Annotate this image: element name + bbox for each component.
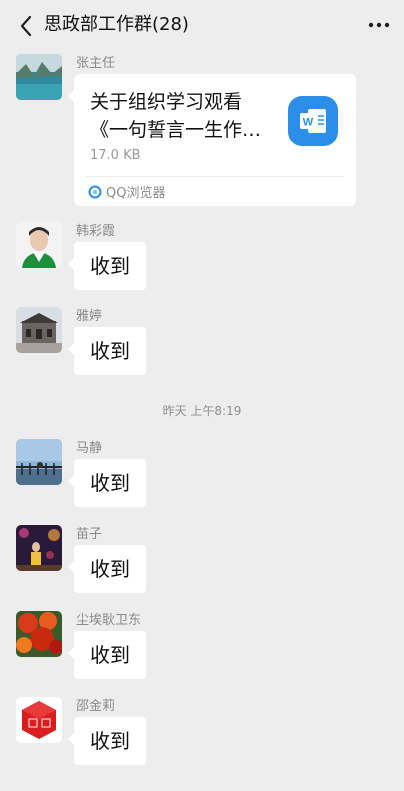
avatar[interactable] — [16, 222, 62, 268]
qq-browser-icon — [88, 185, 102, 198]
file-title-line: 《一句誓言一生作… — [90, 119, 262, 141]
sender-name: 马静 — [76, 441, 103, 456]
divider — [86, 176, 344, 177]
more-options-button[interactable] — [364, 12, 394, 38]
file-size: 17.0 KB — [90, 148, 141, 163]
message-bubble[interactable]: 收到 — [68, 631, 146, 679]
avatar[interactable] — [16, 611, 62, 657]
avatar[interactable] — [16, 697, 62, 743]
file-title: 关于组织学习观看 《一句誓言一生作… — [90, 88, 280, 144]
message-bubble[interactable]: 收到 — [68, 327, 146, 375]
file-card[interactable]: 关于组织学习观看 《一句誓言一生作… W 17.0 KB QQ浏览器 — [68, 74, 356, 206]
avatar[interactable] — [16, 439, 62, 485]
avatar[interactable] — [16, 525, 62, 571]
file-source: QQ浏览器 — [88, 182, 165, 201]
sender-name: 雅婷 — [76, 309, 103, 324]
chat-title: 思政部工作群(28) — [44, 14, 189, 35]
sender-name: 韩彩霞 — [76, 224, 116, 239]
word-doc-icon: W — [288, 96, 338, 146]
svg-text:W: W — [303, 117, 314, 129]
message-bubble[interactable]: 收到 — [68, 545, 146, 593]
chevron-left-icon — [20, 15, 32, 37]
sender-name: 尘埃耿卫东 — [76, 613, 142, 628]
file-source-label: QQ浏览器 — [106, 186, 166, 201]
more-dots-icon — [368, 22, 390, 28]
message-bubble[interactable]: 收到 — [68, 717, 146, 765]
sender-name: 邵金莉 — [76, 699, 116, 714]
timestamp: 昨天 上午8:19 — [162, 404, 242, 418]
avatar[interactable] — [16, 54, 62, 100]
chat-header: 思政部工作群(28) — [0, 0, 404, 52]
message-bubble[interactable]: 收到 — [68, 459, 146, 507]
sender-name: 张主任 — [76, 56, 116, 71]
avatar[interactable] — [16, 307, 62, 353]
back-button[interactable] — [12, 10, 40, 42]
sender-name: 苗子 — [76, 527, 103, 542]
message-bubble[interactable]: 收到 — [68, 242, 146, 290]
file-title-line: 关于组织学习观看 — [90, 91, 243, 113]
